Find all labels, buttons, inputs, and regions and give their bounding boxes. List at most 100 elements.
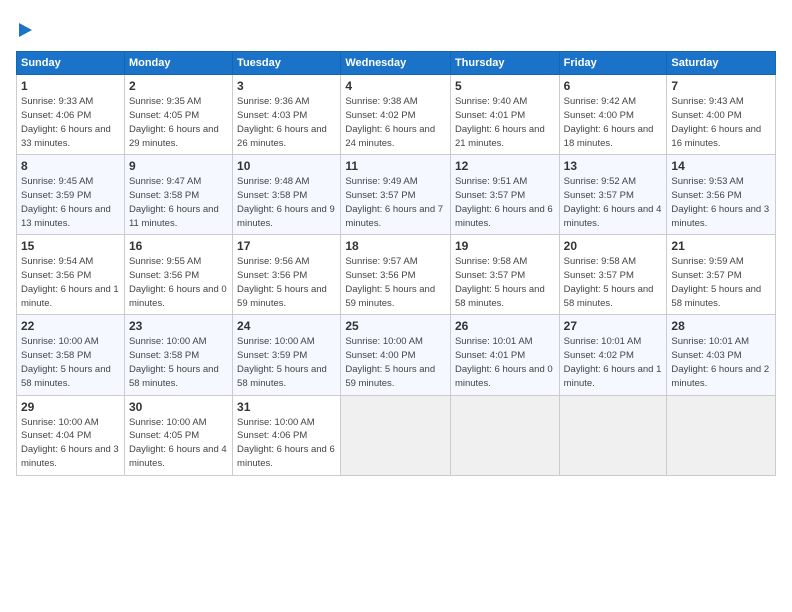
- day-cell: 13Sunrise: 9:52 AM Sunset: 3:57 PM Dayli…: [559, 155, 667, 235]
- col-friday: Friday: [559, 52, 667, 75]
- day-cell: 2 Sunrise: 9:35 AM Sunset: 4:05 PM Daylig…: [124, 75, 232, 155]
- day-cell: [341, 395, 451, 475]
- day-cell: 31Sunrise: 10:00 AM Sunset: 4:06 PM Dayl…: [233, 395, 341, 475]
- page-header: [16, 16, 776, 41]
- day-cell: 4 Sunrise: 9:38 AM Sunset: 4:02 PM Daylig…: [341, 75, 451, 155]
- day-number: 27: [564, 319, 663, 333]
- day-cell: 10Sunrise: 9:48 AM Sunset: 3:58 PM Dayli…: [233, 155, 341, 235]
- day-info: Sunrise: 9:58 AM Sunset: 3:57 PM Dayligh…: [455, 255, 555, 310]
- day-number: 5: [455, 79, 555, 93]
- day-number: 7: [671, 79, 771, 93]
- col-monday: Monday: [124, 52, 232, 75]
- day-number: 17: [237, 239, 336, 253]
- day-info: Sunrise: 10:00 AM Sunset: 4:00 PM Daylig…: [345, 335, 446, 390]
- page-container: Sunday Monday Tuesday Wednesday Thursday…: [0, 0, 792, 484]
- day-cell: 30Sunrise: 10:00 AM Sunset: 4:05 PM Dayl…: [124, 395, 232, 475]
- col-saturday: Saturday: [667, 52, 776, 75]
- day-number: 4: [345, 79, 446, 93]
- day-cell: 5 Sunrise: 9:40 AM Sunset: 4:01 PM Daylig…: [450, 75, 559, 155]
- day-number: 15: [21, 239, 120, 253]
- day-number: 26: [455, 319, 555, 333]
- day-cell: 25 Sunrise: 10:00 AM Sunset: 4:00 PM Dayl…: [341, 315, 451, 395]
- calendar-header: Sunday Monday Tuesday Wednesday Thursday…: [17, 52, 776, 75]
- day-cell: 11 Sunrise: 9:49 AM Sunset: 3:57 PM Dayli…: [341, 155, 451, 235]
- day-info: Sunrise: 9:51 AM Sunset: 3:57 PM Dayligh…: [455, 175, 555, 230]
- day-info: Sunrise: 9:43 AM Sunset: 4:00 PM Dayligh…: [671, 95, 771, 150]
- day-cell: 6 Sunrise: 9:42 AM Sunset: 4:00 PM Daylig…: [559, 75, 667, 155]
- day-cell: 22 Sunrise: 10:00 AM Sunset: 3:58 PM Dayl…: [17, 315, 125, 395]
- week-row-3: 15 Sunrise: 9:54 AM Sunset: 3:56 PM Dayli…: [17, 235, 776, 315]
- day-number: 12: [455, 159, 555, 173]
- day-info: Sunrise: 10:00 AM Sunset: 3:58 PM Daylig…: [129, 335, 228, 390]
- day-number: 21: [671, 239, 771, 253]
- logo-arrow-icon: [19, 23, 32, 37]
- day-info: Sunrise: 10:00 AM Sunset: 3:58 PM Daylig…: [21, 335, 120, 390]
- day-info: Sunrise: 10:01 AM Sunset: 4:01 PM Daylig…: [455, 335, 555, 390]
- day-cell: [559, 395, 667, 475]
- day-cell: 1 Sunrise: 9:33 AM Sunset: 4:06 PM Daylig…: [17, 75, 125, 155]
- week-row-1: 1 Sunrise: 9:33 AM Sunset: 4:06 PM Daylig…: [17, 75, 776, 155]
- day-info: Sunrise: 10:00 AM Sunset: 3:59 PM Daylig…: [237, 335, 336, 390]
- day-info: Sunrise: 9:54 AM Sunset: 3:56 PM Dayligh…: [21, 255, 120, 310]
- day-info: Sunrise: 9:40 AM Sunset: 4:01 PM Dayligh…: [455, 95, 555, 150]
- day-number: 9: [129, 159, 228, 173]
- day-number: 18: [345, 239, 446, 253]
- day-number: 14: [671, 159, 771, 173]
- day-info: Sunrise: 9:56 AM Sunset: 3:56 PM Dayligh…: [237, 255, 336, 310]
- day-number: 31: [237, 400, 336, 414]
- col-tuesday: Tuesday: [233, 52, 341, 75]
- day-number: 1: [21, 79, 120, 93]
- day-number: 20: [564, 239, 663, 253]
- day-cell: 24Sunrise: 10:00 AM Sunset: 3:59 PM Dayl…: [233, 315, 341, 395]
- day-cell: 26 Sunrise: 10:01 AM Sunset: 4:01 PM Dayl…: [450, 315, 559, 395]
- day-cell: 9Sunrise: 9:47 AM Sunset: 3:58 PM Daylig…: [124, 155, 232, 235]
- day-cell: 19 Sunrise: 9:58 AM Sunset: 3:57 PM Dayli…: [450, 235, 559, 315]
- day-info: Sunrise: 9:33 AM Sunset: 4:06 PM Dayligh…: [21, 95, 120, 150]
- day-info: Sunrise: 9:57 AM Sunset: 3:56 PM Dayligh…: [345, 255, 446, 310]
- day-info: Sunrise: 9:42 AM Sunset: 4:00 PM Dayligh…: [564, 95, 663, 150]
- day-cell: 28 Sunrise: 10:01 AM Sunset: 4:03 PM Dayl…: [667, 315, 776, 395]
- day-info: Sunrise: 9:35 AM Sunset: 4:05 PM Dayligh…: [129, 95, 228, 150]
- day-number: 29: [21, 400, 120, 414]
- day-cell: 18 Sunrise: 9:57 AM Sunset: 3:56 PM Dayli…: [341, 235, 451, 315]
- day-info: Sunrise: 10:00 AM Sunset: 4:04 PM Daylig…: [21, 416, 120, 471]
- calendar-table: Sunday Monday Tuesday Wednesday Thursday…: [16, 51, 776, 475]
- day-cell: 16 Sunrise: 9:55 AM Sunset: 3:56 PM Dayli…: [124, 235, 232, 315]
- col-sunday: Sunday: [17, 52, 125, 75]
- day-info: Sunrise: 9:59 AM Sunset: 3:57 PM Dayligh…: [671, 255, 771, 310]
- day-info: Sunrise: 9:53 AM Sunset: 3:56 PM Dayligh…: [671, 175, 771, 230]
- day-number: 28: [671, 319, 771, 333]
- day-number: 25: [345, 319, 446, 333]
- day-info: Sunrise: 9:36 AM Sunset: 4:03 PM Dayligh…: [237, 95, 336, 150]
- day-cell: 27 Sunrise: 10:01 AM Sunset: 4:02 PM Dayl…: [559, 315, 667, 395]
- day-number: 8: [21, 159, 120, 173]
- day-cell: [450, 395, 559, 475]
- day-info: Sunrise: 9:38 AM Sunset: 4:02 PM Dayligh…: [345, 95, 446, 150]
- day-info: Sunrise: 9:45 AM Sunset: 3:59 PM Dayligh…: [21, 175, 120, 230]
- day-info: Sunrise: 9:55 AM Sunset: 3:56 PM Dayligh…: [129, 255, 228, 310]
- day-number: 16: [129, 239, 228, 253]
- day-number: 3: [237, 79, 336, 93]
- day-cell: 23Sunrise: 10:00 AM Sunset: 3:58 PM Dayl…: [124, 315, 232, 395]
- day-number: 19: [455, 239, 555, 253]
- day-number: 6: [564, 79, 663, 93]
- week-row-4: 22 Sunrise: 10:00 AM Sunset: 3:58 PM Dayl…: [17, 315, 776, 395]
- day-cell: 15 Sunrise: 9:54 AM Sunset: 3:56 PM Dayli…: [17, 235, 125, 315]
- day-cell: [667, 395, 776, 475]
- col-wednesday: Wednesday: [341, 52, 451, 75]
- day-cell: 29 Sunrise: 10:00 AM Sunset: 4:04 PM Dayl…: [17, 395, 125, 475]
- day-number: 22: [21, 319, 120, 333]
- day-info: Sunrise: 10:01 AM Sunset: 4:03 PM Daylig…: [671, 335, 771, 390]
- day-number: 11: [345, 159, 446, 173]
- header-row: Sunday Monday Tuesday Wednesday Thursday…: [17, 52, 776, 75]
- day-cell: 3 Sunrise: 9:36 AM Sunset: 4:03 PM Daylig…: [233, 75, 341, 155]
- logo: [16, 16, 32, 41]
- day-cell: 21 Sunrise: 9:59 AM Sunset: 3:57 PM Dayli…: [667, 235, 776, 315]
- day-number: 2: [129, 79, 228, 93]
- day-info: Sunrise: 9:52 AM Sunset: 3:57 PM Dayligh…: [564, 175, 663, 230]
- day-info: Sunrise: 9:49 AM Sunset: 3:57 PM Dayligh…: [345, 175, 446, 230]
- day-cell: 8 Sunrise: 9:45 AM Sunset: 3:59 PM Daylig…: [17, 155, 125, 235]
- day-cell: 17 Sunrise: 9:56 AM Sunset: 3:56 PM Dayli…: [233, 235, 341, 315]
- week-row-5: 29 Sunrise: 10:00 AM Sunset: 4:04 PM Dayl…: [17, 395, 776, 475]
- day-info: Sunrise: 10:01 AM Sunset: 4:02 PM Daylig…: [564, 335, 663, 390]
